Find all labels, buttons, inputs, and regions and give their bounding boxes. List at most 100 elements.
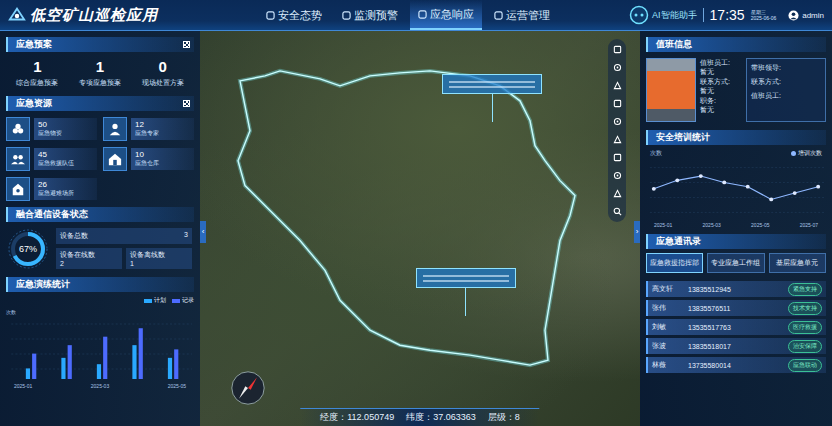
resource-card[interactable]: 26应急避难场所 <box>6 177 97 201</box>
tool-button[interactable] <box>610 150 625 165</box>
resource-card[interactable]: 10应急仓库 <box>103 147 194 171</box>
map-marker[interactable] <box>442 74 542 122</box>
tool-button[interactable] <box>610 204 625 219</box>
staff-photo <box>646 58 696 122</box>
data-point[interactable] <box>722 181 726 185</box>
tool-icon <box>613 45 622 54</box>
training-section: 安全培训统计 次数 培训次数 2025-012025-032025-052025… <box>646 130 826 228</box>
grid-icon[interactable] <box>183 41 190 48</box>
contact-row[interactable]: 张伟13835576511技术支持 <box>646 300 826 316</box>
record-bar[interactable] <box>68 345 72 379</box>
clock-date: 星期三2025-06-06 <box>751 9 777 21</box>
resource-card[interactable]: 12应急专家 <box>103 117 194 141</box>
clock-time: 17:35 <box>710 7 745 23</box>
app-screen: 低空矿山巡检应用 安全态势 监测预警 应急响应 运营管理 AI智能助手 17:3… <box>0 0 832 426</box>
plan-stat[interactable]: 0现场处置方案 <box>142 58 184 88</box>
nav-tab[interactable]: 运营管理 <box>486 0 558 30</box>
data-point[interactable] <box>816 185 820 189</box>
tool-button[interactable] <box>610 114 625 129</box>
header-right: AI智能助手 17:35 星期三2025-06-06 admin <box>629 5 824 25</box>
tool-icon <box>613 117 622 126</box>
tool-button[interactable] <box>610 42 625 57</box>
tool-icon <box>613 81 622 90</box>
resource-icon <box>6 147 30 171</box>
resource-icon <box>103 117 127 141</box>
map-area: ‹ › 经度：112.050749 纬度：37.063363 层级：8 <box>200 31 640 426</box>
right-panel: 值班信息 值班员工:暂无联系方式:暂无职务:暂无 带班领导:联系方式:值班员工:… <box>640 31 832 426</box>
plan-stat[interactable]: 1综合应急预案 <box>16 58 58 88</box>
data-point[interactable] <box>769 198 773 202</box>
role-tag: 治安保障 <box>788 340 822 353</box>
device-online: 设备在线数2 <box>56 248 122 269</box>
leader-field: 值班员工: <box>751 91 821 101</box>
chart-legend: 计划 记录 <box>6 296 194 305</box>
y-axis-label: 次数 <box>6 309 194 315</box>
collapse-left[interactable]: ‹ <box>200 221 206 243</box>
plan-stat[interactable]: 1专项应急预案 <box>79 58 121 88</box>
role-tag: 医疗救援 <box>788 321 822 334</box>
contact-tab[interactable]: 基层应急单元 <box>769 253 826 273</box>
grid-icon[interactable] <box>183 100 190 107</box>
resources-section: 应急资源 50应急物资 12应急专家 45应急救援队伍 10应急仓库 26应急避… <box>6 96 194 201</box>
plan-bar[interactable] <box>26 368 30 379</box>
tool-icon <box>613 63 622 72</box>
map-marker[interactable] <box>416 268 516 316</box>
record-bar[interactable] <box>139 328 143 379</box>
nav-tab[interactable]: 安全态势 <box>258 0 330 30</box>
online-ring: 67% <box>8 229 48 269</box>
plan-bar[interactable] <box>132 345 136 379</box>
plans-section: 应急预案 1综合应急预案1专项应急预案0现场处置方案 <box>6 37 194 90</box>
plan-bar[interactable] <box>97 364 101 379</box>
top-header: 低空矿山巡检应用 安全态势 监测预警 应急响应 运营管理 AI智能助手 17:3… <box>0 0 832 31</box>
tool-button[interactable] <box>610 186 625 201</box>
plan-bar[interactable] <box>168 358 172 379</box>
tool-button[interactable] <box>610 132 625 147</box>
nav-tab[interactable]: 应急响应 <box>410 0 482 30</box>
duty-section: 值班信息 值班员工:暂无联系方式:暂无职务:暂无 带班领导:联系方式:值班员工: <box>646 37 826 124</box>
tool-button[interactable] <box>610 168 625 183</box>
section-header: 融合通信设备状态 <box>6 207 194 222</box>
resource-icon <box>103 147 127 171</box>
data-point[interactable] <box>793 191 797 195</box>
contact-row[interactable]: 刘敏13535517763医疗救援 <box>646 319 826 335</box>
leader-field: 联系方式: <box>751 77 821 87</box>
nav-icon <box>266 11 275 20</box>
plan-bar[interactable] <box>61 358 65 379</box>
contact-row[interactable]: 张波13835518017治安保障 <box>646 338 826 354</box>
user-menu[interactable]: admin <box>788 10 824 21</box>
ai-assistant[interactable]: AI智能助手 <box>629 5 697 25</box>
user-icon <box>788 10 799 21</box>
nav-tab[interactable]: 监测预警 <box>334 0 406 30</box>
compass[interactable] <box>230 370 266 406</box>
nav-icon <box>494 11 503 20</box>
record-bar[interactable] <box>174 349 178 379</box>
tool-button[interactable] <box>610 78 625 93</box>
role-tag: 技术支持 <box>788 302 822 315</box>
contact-row[interactable]: 林薇13735580014应急联动 <box>646 357 826 373</box>
tool-icon <box>613 189 622 198</box>
nav-icon <box>418 10 427 19</box>
resource-icon <box>6 117 30 141</box>
data-point[interactable] <box>652 187 656 191</box>
tool-button[interactable] <box>610 60 625 75</box>
map-toolbar <box>608 39 626 222</box>
collapse-right[interactable]: › <box>634 221 640 243</box>
record-bar[interactable] <box>32 354 36 379</box>
section-header: 安全培训统计 <box>646 130 826 145</box>
resource-card[interactable]: 50应急物资 <box>6 117 97 141</box>
tool-icon <box>613 207 622 216</box>
y-axis-label: 次数 <box>650 149 662 158</box>
tool-button[interactable] <box>610 96 625 111</box>
duty-field: 值班员工:暂无 <box>700 58 742 76</box>
resource-card[interactable]: 45应急救援队伍 <box>6 147 97 171</box>
data-point[interactable] <box>746 185 750 189</box>
nav-icon <box>342 11 351 20</box>
data-point[interactable] <box>699 174 703 178</box>
data-point[interactable] <box>675 178 679 182</box>
section-header: 应急资源 <box>6 96 194 111</box>
contact-row[interactable]: 高文轩13835512945紧急支持 <box>646 281 826 297</box>
contact-tab[interactable]: 应急救援指挥部 <box>646 253 703 273</box>
record-bar[interactable] <box>103 337 107 379</box>
training-line-chart <box>646 162 826 218</box>
contact-tab[interactable]: 专业应急工作组 <box>707 253 764 273</box>
